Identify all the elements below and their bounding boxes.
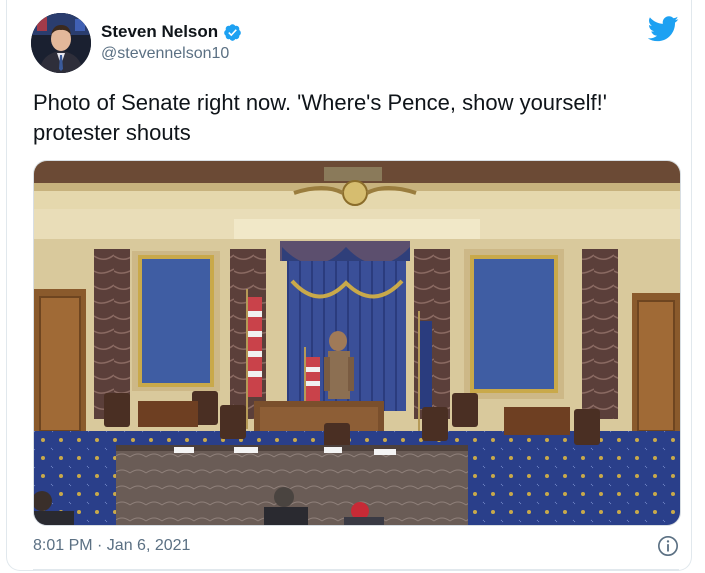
footer-divider [33,569,679,570]
tweet-timestamp[interactable]: 8:01 PM · Jan 6, 2021 [33,537,190,555]
photo-image [34,161,680,525]
avatar-image [31,13,91,73]
twitter-bird-icon[interactable] [648,16,679,42]
tweet-card: Steven Nelson @stevennelson10 Photo of S… [6,0,692,571]
info-icon[interactable] [657,535,679,557]
author-name[interactable]: Steven Nelson [101,22,218,42]
verified-badge-icon [224,23,241,41]
author-handle[interactable]: @stevennelson10 [101,45,229,63]
avatar[interactable] [31,13,91,73]
senate-chamber-photo[interactable] [33,160,681,526]
author-name-row[interactable]: Steven Nelson [101,22,242,42]
tweet-text: Photo of Senate right now. 'Where's Penc… [33,90,607,145]
